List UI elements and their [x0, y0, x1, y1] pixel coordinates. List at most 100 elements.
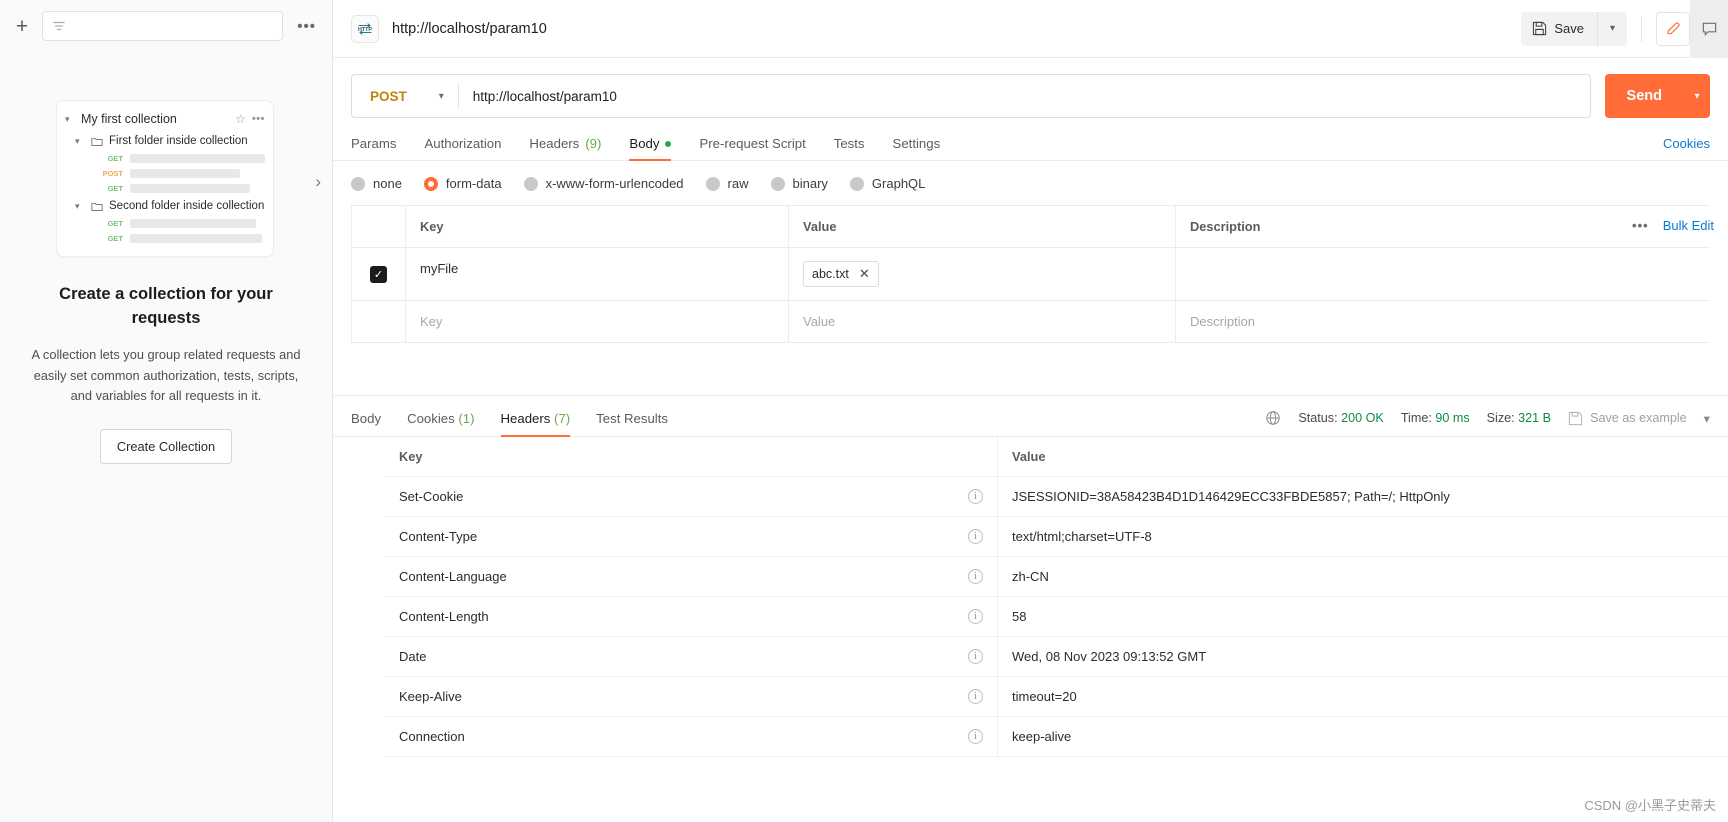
- row-checkbox-cell[interactable]: ✓: [352, 248, 406, 300]
- folder-row[interactable]: ▾ First folder inside collection: [57, 131, 273, 151]
- key-label: Content-Type: [399, 529, 478, 544]
- placeholder-value[interactable]: Value: [789, 301, 1176, 342]
- tab-body[interactable]: Body: [629, 136, 672, 161]
- tab-label: Cookies: [407, 410, 455, 426]
- table-tools: ••• Bulk Edit: [1618, 205, 1728, 246]
- tab-label: Body: [351, 410, 382, 426]
- bulk-edit-link[interactable]: Bulk Edit: [1663, 218, 1714, 233]
- radio-icon-selected: [423, 176, 438, 191]
- placeholder-checkbox-cell[interactable]: [352, 301, 406, 342]
- sidebar-expand-icon[interactable]: ›: [315, 172, 321, 192]
- tab-pre-request-script[interactable]: Pre-request Script: [699, 136, 805, 160]
- key-label: Keep-Alive: [399, 689, 462, 704]
- new-item-button[interactable]: +: [12, 16, 32, 37]
- tab-label: Tests: [833, 136, 865, 151]
- request-row[interactable]: GET: [57, 216, 273, 231]
- chevron-down-icon[interactable]: ▾: [75, 201, 85, 212]
- collection-row[interactable]: ▾ My first collection ☆ •••: [57, 107, 273, 131]
- body-type-graphql[interactable]: GraphQL: [849, 176, 925, 191]
- save-button-label: Save: [1554, 21, 1584, 36]
- tab-count: (7): [554, 410, 571, 426]
- response-tab-cookies[interactable]: Cookies (1): [407, 411, 474, 436]
- tab-tests[interactable]: Tests: [834, 136, 865, 160]
- edit-request-button[interactable]: [1656, 11, 1690, 46]
- folder-row[interactable]: ▾ Second folder inside collection: [57, 196, 273, 216]
- send-button[interactable]: Send: [1604, 74, 1684, 118]
- table-more-icon[interactable]: •••: [1632, 218, 1649, 233]
- tab-settings[interactable]: Settings: [893, 136, 941, 160]
- request-row[interactable]: GET: [57, 181, 273, 196]
- response-header-key: Content-Language i: [385, 557, 998, 596]
- sidebar-search-input[interactable]: [42, 11, 284, 41]
- send-options-button[interactable]: ▾: [1684, 74, 1710, 118]
- chevron-down-icon[interactable]: ▾: [65, 114, 75, 125]
- star-icon[interactable]: ☆: [235, 112, 246, 126]
- request-response-area: POST ▾ Send ▾ Params: [333, 58, 1728, 822]
- placeholder-key[interactable]: Key: [406, 301, 789, 342]
- comments-button[interactable]: [1690, 0, 1728, 58]
- body-type-label: none: [373, 176, 402, 191]
- save-button[interactable]: Save: [1521, 11, 1597, 46]
- postman-app: + ••• ▾ My first collection ☆ ••• ▾ Firs…: [0, 0, 1728, 822]
- response-headers-table: Key Value Set-Cookie i JSESSIONID=38A584…: [385, 437, 1728, 757]
- info-icon[interactable]: i: [968, 689, 983, 704]
- info-icon[interactable]: i: [968, 529, 983, 544]
- body-type-raw[interactable]: raw: [705, 176, 749, 191]
- tab-label: Headers: [500, 410, 551, 426]
- tab-headers[interactable]: Headers (9): [529, 136, 601, 160]
- chevron-down-icon: ▾: [438, 90, 444, 102]
- radio-icon: [351, 176, 365, 191]
- tab-authorization[interactable]: Authorization: [424, 136, 501, 160]
- cookies-link[interactable]: Cookies: [1663, 136, 1710, 160]
- request-row[interactable]: GET: [57, 231, 273, 246]
- row-key[interactable]: myFile: [406, 248, 789, 300]
- globe-icon[interactable]: [1265, 410, 1281, 426]
- response-tab-headers[interactable]: Headers (7): [500, 410, 571, 437]
- tab-params[interactable]: Params: [351, 136, 396, 160]
- header-col-value: Value: [1012, 449, 1046, 464]
- sidebar-more-button[interactable]: •••: [293, 18, 320, 35]
- method-selector[interactable]: POST ▾: [352, 75, 458, 117]
- close-icon[interactable]: ✕: [859, 266, 870, 282]
- info-icon[interactable]: i: [968, 649, 983, 664]
- url-bar: POST ▾ Send ▾: [333, 58, 1728, 118]
- toolbar-divider: [1641, 15, 1642, 42]
- response-tab-body[interactable]: Body: [351, 411, 381, 436]
- body-type-form-data[interactable]: form-data: [423, 176, 502, 191]
- body-type-none[interactable]: none: [351, 176, 402, 191]
- response-header-key: Keep-Alive i: [385, 677, 998, 716]
- url-input[interactable]: [458, 88, 1590, 104]
- table-placeholder-row: Key Value Description: [352, 301, 1710, 342]
- main-panel: HTTP http://localhost/param10 Save ▾ POS…: [333, 0, 1728, 822]
- response-header-value: text/html;charset=UTF-8: [1012, 529, 1152, 544]
- response-header-row: Content-Type i text/html;charset=UTF-8: [385, 517, 1728, 557]
- row-description[interactable]: [1176, 248, 1710, 300]
- placeholder-description[interactable]: Description: [1176, 301, 1710, 342]
- row-value[interactable]: abc.txt ✕: [789, 248, 1176, 300]
- checkbox-checked-icon[interactable]: ✓: [370, 265, 387, 283]
- request-row[interactable]: GET: [57, 151, 273, 166]
- collection-more-icon[interactable]: •••: [252, 113, 265, 125]
- save-as-example-button[interactable]: Save as example: [1568, 411, 1687, 426]
- info-icon[interactable]: i: [968, 729, 983, 744]
- body-type-x-www-form-urlencoded[interactable]: x-www-form-urlencoded: [523, 176, 684, 191]
- info-icon[interactable]: i: [968, 609, 983, 624]
- info-icon[interactable]: i: [968, 569, 983, 584]
- radio-icon: [705, 176, 720, 191]
- body-type-binary[interactable]: binary: [770, 176, 828, 191]
- filter-icon: [53, 21, 65, 31]
- create-collection-button[interactable]: Create Collection: [99, 429, 233, 464]
- body-modified-dot: [665, 140, 672, 147]
- info-icon[interactable]: i: [968, 489, 983, 504]
- tab-label: Test Results: [596, 410, 668, 426]
- response-header-value: timeout=20: [1012, 689, 1077, 704]
- response-tab-test-results[interactable]: Test Results: [596, 411, 668, 436]
- send-button-group: Send ▾: [1604, 74, 1710, 118]
- form-data-table-wrapper: Key Value Description ✓ myFile abc.txt ✕: [333, 205, 1728, 343]
- request-name-placeholder: [130, 184, 250, 193]
- save-options-button[interactable]: ▾: [1597, 11, 1627, 46]
- request-row[interactable]: POST: [57, 166, 273, 181]
- response-more-icon[interactable]: ▾: [1704, 411, 1710, 426]
- chevron-down-icon[interactable]: ▾: [75, 136, 85, 147]
- collection-tree: ▾ My first collection ☆ ••• ▾ First fold…: [56, 100, 274, 257]
